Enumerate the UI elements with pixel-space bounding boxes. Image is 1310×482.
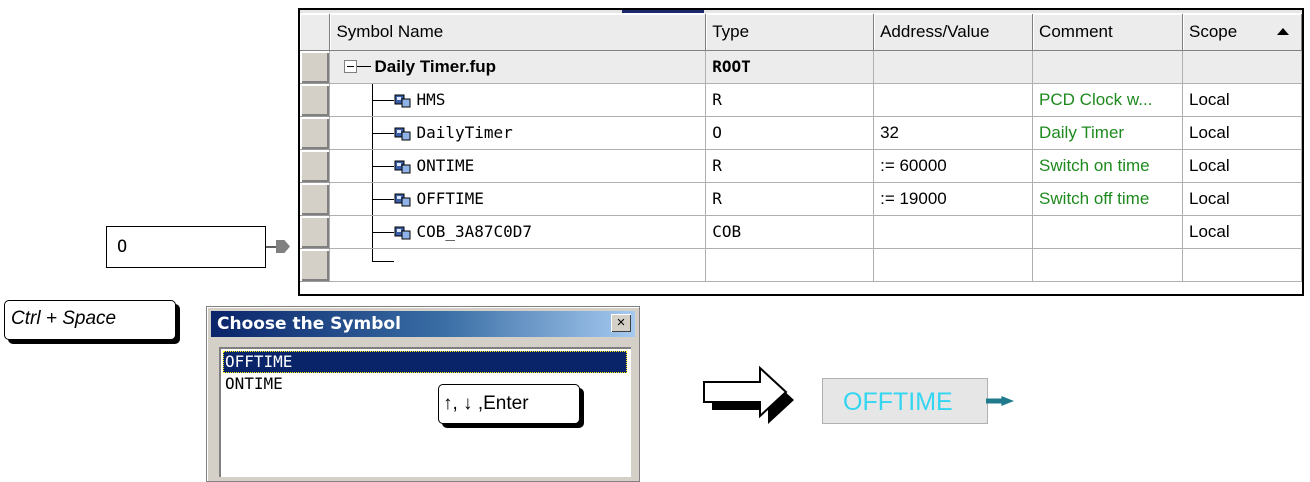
big-arrow-right-icon bbox=[703, 365, 794, 424]
symbol-type: O bbox=[705, 116, 875, 150]
tree-connector bbox=[372, 198, 395, 200]
ctrl-space-label: Ctrl + Space bbox=[11, 308, 117, 329]
root-address bbox=[873, 50, 1034, 84]
root-type: ROOT bbox=[705, 50, 875, 84]
symbol-scope: Local bbox=[1182, 182, 1302, 216]
symbol-scope: Local bbox=[1182, 149, 1302, 183]
tree-connector bbox=[372, 99, 395, 101]
empty-cell bbox=[705, 248, 875, 282]
col-header-address[interactable]: Address/Value bbox=[873, 14, 1034, 51]
table-row-root[interactable]: Daily Timer.fup ROOT bbox=[300, 50, 1302, 84]
dialog-title: Choose the Symbol bbox=[217, 314, 401, 334]
symbol-type: R bbox=[705, 149, 875, 183]
table-top-strip bbox=[300, 10, 1302, 13]
symbol-scope: Local bbox=[1182, 83, 1302, 117]
tree-connector bbox=[357, 65, 372, 67]
symbol-comment: Switch off time bbox=[1032, 182, 1184, 216]
root-comment bbox=[1032, 50, 1184, 84]
tree-connector bbox=[372, 260, 395, 262]
table-row[interactable]: HMS R PCD Clock w... Local bbox=[300, 83, 1302, 117]
symbol-address: := 60000 bbox=[873, 149, 1034, 183]
table-row[interactable]: OFFTIME R := 19000 Switch off time Local bbox=[300, 182, 1302, 216]
tree-connector bbox=[372, 248, 374, 261]
symbol-name-cell: ONTIME bbox=[329, 149, 707, 183]
symbol-name-cell bbox=[329, 248, 707, 282]
close-icon[interactable]: × bbox=[611, 314, 631, 332]
symbol-scope: Local bbox=[1182, 215, 1302, 249]
empty-cell bbox=[1182, 248, 1302, 282]
symbol-name: HMS bbox=[416, 89, 446, 109]
table-top-marker bbox=[622, 10, 704, 13]
symbol-icon bbox=[394, 193, 411, 206]
col-header-comment[interactable]: Comment bbox=[1032, 14, 1184, 51]
col-header-symbol-name[interactable]: Symbol Name bbox=[329, 14, 707, 51]
symbol-name-cell: COB_3A87C0D7 bbox=[329, 215, 707, 249]
symbol-address: 32 bbox=[873, 116, 1034, 150]
table-row[interactable]: COB_3A87C0D7 COB Local bbox=[300, 215, 1302, 249]
symbol-name: COB_3A87C0D7 bbox=[416, 221, 533, 241]
symbol-scope: Local bbox=[1182, 116, 1302, 150]
col-header-type[interactable]: Type bbox=[705, 14, 875, 51]
symbol-address bbox=[873, 215, 1034, 249]
symbol-type: R bbox=[705, 83, 875, 117]
symbol-type: COB bbox=[705, 215, 875, 249]
row-selector[interactable] bbox=[300, 116, 331, 150]
symbol-input-box[interactable]: O bbox=[106, 226, 266, 268]
symbol-name: ONTIME bbox=[416, 155, 475, 175]
nav-keys-keycap: ↑, ↓ ,Enter bbox=[438, 384, 580, 424]
symbol-name-cell: OFFTIME bbox=[329, 182, 707, 216]
result-arrow-icon bbox=[986, 396, 1014, 406]
nav-keys-label: ↑, ↓ ,Enter bbox=[443, 393, 529, 414]
col-header-scope[interactable]: Scope bbox=[1182, 14, 1302, 51]
row-selector[interactable] bbox=[300, 50, 331, 84]
symbol-comment: PCD Clock w... bbox=[1032, 83, 1184, 117]
symbol-address: := 19000 bbox=[873, 182, 1034, 216]
symbol-table: Symbol Name Type Address/Value Comment S… bbox=[298, 8, 1304, 296]
symbol-icon bbox=[394, 127, 411, 140]
header-row: Symbol Name Type Address/Value Comment S… bbox=[300, 14, 1302, 51]
tree-connector bbox=[372, 231, 395, 233]
header-selector[interactable] bbox=[300, 14, 331, 51]
ctrl-space-keycap: Ctrl + Space bbox=[4, 300, 176, 340]
row-selector[interactable] bbox=[300, 83, 331, 117]
symbol-address bbox=[873, 83, 1034, 117]
symbol-icon bbox=[394, 160, 411, 173]
result-symbol-value: OFFTIME bbox=[843, 388, 953, 416]
expand-icon[interactable] bbox=[344, 59, 358, 73]
sort-asc-icon[interactable] bbox=[1277, 28, 1289, 35]
empty-cell bbox=[873, 248, 1034, 282]
symbol-type: R bbox=[705, 182, 875, 216]
row-selector[interactable] bbox=[300, 248, 331, 282]
result-symbol-box[interactable]: OFFTIME bbox=[822, 378, 988, 424]
table-row[interactable]: DailyTimer O 32 Daily Timer Local bbox=[300, 116, 1302, 150]
symbol-icon bbox=[394, 226, 411, 239]
symbol-icon bbox=[394, 94, 411, 107]
row-selector[interactable] bbox=[300, 149, 331, 183]
tree-connector bbox=[372, 132, 395, 134]
symbol-name: DailyTimer bbox=[416, 122, 513, 142]
table-row[interactable]: ONTIME R := 60000 Switch on time Local bbox=[300, 149, 1302, 183]
col-header-scope-label: Scope bbox=[1189, 21, 1238, 41]
symbol-name-cell: DailyTimer bbox=[329, 116, 707, 150]
symbol-name: OFFTIME bbox=[416, 188, 484, 208]
table-row-empty[interactable] bbox=[300, 248, 1302, 282]
symbol-comment bbox=[1032, 215, 1184, 249]
row-selector[interactable] bbox=[300, 182, 331, 216]
root-name: Daily Timer.fup bbox=[374, 56, 497, 76]
dialog-titlebar[interactable]: Choose the Symbol × bbox=[211, 311, 635, 337]
root-name-cell: Daily Timer.fup bbox=[329, 50, 707, 84]
arrow-right-icon bbox=[276, 240, 290, 253]
symbol-comment: Switch on time bbox=[1032, 149, 1184, 183]
tree-connector bbox=[372, 165, 395, 167]
root-scope bbox=[1182, 50, 1302, 84]
empty-cell bbox=[1032, 248, 1184, 282]
symbol-comment: Daily Timer bbox=[1032, 116, 1184, 150]
symbol-input-value: O bbox=[117, 237, 128, 257]
row-selector[interactable] bbox=[300, 215, 331, 249]
list-item-offtime[interactable]: OFFTIME bbox=[223, 351, 627, 373]
symbol-name-cell: HMS bbox=[329, 83, 707, 117]
symbol-grid: Symbol Name Type Address/Value Comment S… bbox=[300, 14, 1302, 282]
